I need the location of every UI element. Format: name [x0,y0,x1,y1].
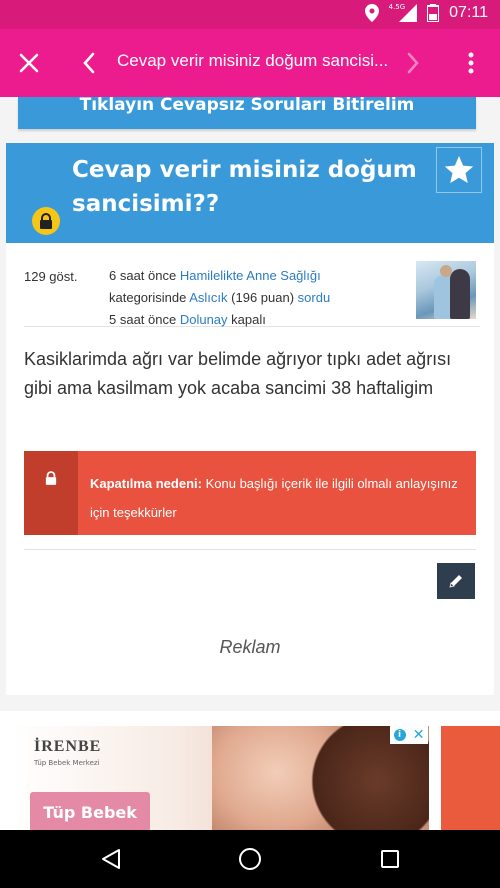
lock-icon [45,471,57,485]
status-icons: 4.5G 07:11 [364,3,488,22]
page-content: Tıklayın Cevapsız Soruları Bitirelim Cev… [0,97,500,830]
banner-text: Tıklayın Cevapsız Soruları Bitirelim [79,97,415,115]
forward-button[interactable] [400,46,426,80]
meta-text: 6 saat önce Hamilelikte Anne Sağlığı kat… [109,265,389,331]
pencil-icon [449,575,462,588]
category-suffix: kategorisinde [109,290,187,305]
closed-time: 5 saat önce [109,312,177,327]
chevron-left-icon [83,52,95,74]
question-meta: 129 göst. 6 saat önce Hamilelikte Anne S… [24,261,480,327]
ad-choices[interactable]: i ✕ [390,726,428,744]
circle-home-icon [239,848,261,870]
question-header: Cevap verir misiniz doğum sancisimi?? [6,143,494,243]
ad-cta-button[interactable]: Tüp Bebek [30,792,150,830]
battery-icon [427,4,440,22]
category-link[interactable]: Hamilelikte Anne Sağlığı [180,268,321,283]
favorite-button[interactable] [436,147,482,193]
network-type: 4.5G [388,3,406,11]
close-button[interactable] [12,46,46,80]
back-button[interactable] [76,46,102,80]
asked-time: 6 saat önce [109,268,177,283]
closed-notice: Kapatılma nedeni: Konu başlığı içerik il… [24,451,476,535]
nav-home-button[interactable] [235,844,265,874]
user-link[interactable]: Aslıcık [189,290,227,305]
asked-link[interactable]: sordu [298,290,331,305]
ad-label: Reklam [219,637,281,657]
toolbar-title: Cevap verir misiniz doğum sancisi... [117,51,389,70]
nav-recents-button[interactable] [375,844,405,874]
ad-banner[interactable]: İRENBE Tüp Bebek Merkezi Tüp Bebek [12,726,429,830]
location-icon [364,4,379,22]
close-icon[interactable]: ✕ [413,727,425,743]
divider [24,549,476,550]
close-icon [19,53,39,73]
view-count: 129 göst. [24,269,78,284]
closed-lock-strip [24,451,78,535]
triangle-back-icon [102,849,120,869]
navigation-bar [0,830,500,888]
lock-icon [40,213,52,229]
closer-link[interactable]: Dolunay [180,312,228,327]
clock: 07:11 [449,4,488,21]
nav-back-button[interactable] [96,844,126,874]
info-icon[interactable]: i [393,729,406,741]
question-title: Cevap verir misiniz doğum sancisimi?? [72,157,417,217]
closed-reason: Kapatılma nedeni: Konu başlığı içerik il… [90,469,470,527]
ad-area: İRENBE Tüp Bebek Merkezi Tüp Bebek i ✕ [0,711,500,830]
question-text: Kasiklarimda ağrı var belimde ağrıyor tı… [24,349,452,398]
lock-badge [32,207,60,235]
square-recents-icon [381,850,399,868]
ad-brand: İRENBE [34,738,102,755]
status-bar: 4.5G 07:11 [0,0,500,29]
more-vert-icon [468,52,474,74]
ad-side-banner[interactable] [441,726,500,830]
avatar[interactable] [416,261,476,319]
question-body: 129 göst. 6 saat önce Hamilelikte Anne S… [6,243,494,695]
edit-button[interactable] [437,563,475,599]
user-points: (196 puan) [231,290,295,305]
ad-brand-sub: Tüp Bebek Merkezi [34,759,100,767]
overflow-menu-button[interactable] [458,46,484,80]
app-toolbar: Cevap verir misiniz doğum sancisi... [0,29,500,97]
closed-word: kapalı [231,312,266,327]
closed-label: Kapatılma nedeni: [90,476,202,491]
star-icon [444,155,474,184]
unanswered-banner[interactable]: Tıklayın Cevapsız Soruları Bitirelim [18,97,476,129]
chevron-right-icon [407,52,419,74]
